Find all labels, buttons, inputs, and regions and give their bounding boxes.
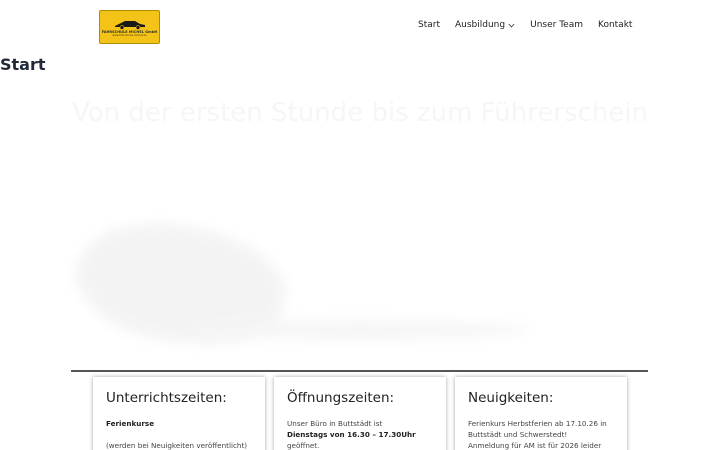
nav-item-kontakt[interactable]: Kontakt [598,20,632,30]
nav-item-ausbildung[interactable]: Ausbildung [455,20,515,30]
site-logo[interactable]: FAHRSCHULE MICHEL GmbH www.fahrschule-mi… [99,10,160,44]
card-text: Dienstags von 16.30 – 17.30Uhr [287,430,416,439]
car-icon [114,20,145,30]
card-neuigkeiten: Neuigkeiten: Ferienkurs Herbstferien ab … [455,377,627,450]
card-text: Anmeldung für AM ist für 2026 leider [468,441,602,450]
nav-item-label: Ausbildung [455,20,506,30]
card-title: Öffnungszeiten: [287,390,395,406]
card-title: Unterrichtszeiten: [106,390,227,406]
nav-item-label: Unser Team [530,20,583,30]
nav-item-unser-team[interactable]: Unser Team [530,20,583,30]
card-text: (werden bei Neuigkeiten veröffentlicht) [106,441,248,450]
hero-car-image [75,223,530,344]
nav-item-start[interactable]: Start [418,20,440,30]
main-nav: Start Ausbildung Unser Team Kontakt [418,20,632,30]
nav-item-label: Start [418,20,440,30]
hero-section: Von der ersten Stunde bis zum Führersche… [60,88,660,358]
page-title: Start [0,55,46,74]
site-header: FAHRSCHULE MICHEL GmbH www.fahrschule-mi… [0,0,720,54]
card-unterrichtszeiten: Unterrichtszeiten: Ferienkurse (werden b… [93,377,265,450]
card-text: Buttstädt und Schwerstedt! [468,430,568,439]
card-text: Unser Büro in Buttstädt ist [287,419,383,428]
card-text: Ferienkurs Herbstferien ab 17.10.26 in [468,419,607,428]
card-text: geöffnet. [287,441,320,450]
card-text: Ferienkurse [106,419,155,428]
card-title: Neuigkeiten: [468,390,554,406]
section-divider [71,370,648,372]
logo-tagline: www.fahrschule-michel.de [112,33,147,37]
chevron-down-icon [508,23,515,27]
card-oeffnungszeiten: Öffnungszeiten: Unser Büro in Buttstädt … [274,377,446,450]
nav-item-label: Kontakt [597,20,633,30]
